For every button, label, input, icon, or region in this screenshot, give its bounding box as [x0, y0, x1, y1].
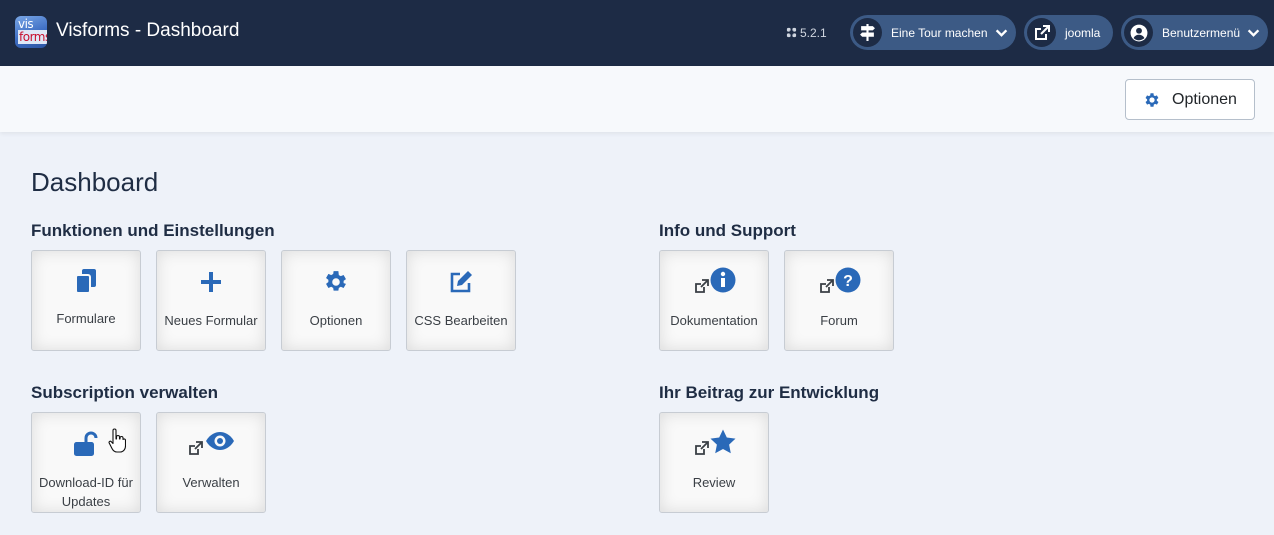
tile-label: Review: [692, 475, 736, 490]
tile-label: Formulare: [56, 311, 116, 326]
tile-optionen[interactable]: Optionen: [281, 250, 391, 351]
section-title-support: Info und Support: [659, 221, 796, 240]
site-link-button[interactable]: joomla: [1024, 15, 1113, 50]
section-title-subscription: Subscription verwalten: [31, 383, 219, 402]
tile-neues-formular[interactable]: Neues Formular: [156, 250, 266, 351]
signpost-icon: [853, 18, 882, 47]
tile-label: Verwalten: [182, 475, 240, 490]
tile-label: Optionen: [309, 313, 363, 328]
tile-css-bearbeiten[interactable]: CSS Bearbeiten: [406, 250, 516, 351]
tile-label: Download-ID für Updates: [39, 475, 133, 509]
question-icon: ?: [785, 265, 893, 299]
visforms-logo: vis forms: [15, 16, 47, 48]
gear-icon: [282, 265, 390, 299]
tour-button-label: Eine Tour machen: [891, 25, 988, 40]
tile-verwalten[interactable]: Verwalten: [156, 412, 266, 513]
tile-dokumentation[interactable]: Dokumentation: [659, 250, 769, 351]
tour-button[interactable]: Eine Tour machen: [850, 15, 1016, 50]
gear-icon: [1145, 92, 1159, 107]
logo-text-bottom: forms: [18, 30, 47, 44]
options-button-label: Optionen: [1172, 90, 1237, 108]
page-title: Dashboard: [31, 167, 159, 197]
version-number: 5.2.1: [800, 26, 827, 40]
tile-label: CSS Bearbeiten: [414, 313, 508, 328]
plus-icon: [157, 265, 265, 299]
app-title: Visforms - Dashboard: [56, 20, 240, 41]
chevron-down-icon: [995, 29, 1007, 37]
tile-review[interactable]: Review: [659, 412, 769, 513]
svg-text:?: ?: [843, 273, 853, 290]
joomla-icon: [786, 27, 797, 38]
chevron-down-icon: [1247, 29, 1260, 37]
star-icon: [660, 427, 768, 461]
toolbar: Optionen: [0, 66, 1274, 132]
tile-label: Neues Formular: [164, 313, 258, 328]
tile-formulare[interactable]: Formulare: [31, 250, 141, 351]
options-button[interactable]: Optionen: [1125, 79, 1255, 120]
eye-icon: [157, 427, 265, 461]
user-menu-label: Benutzermenü: [1162, 25, 1241, 40]
info-icon: [660, 265, 768, 299]
hand-cursor-icon: [108, 428, 126, 453]
section-title-contribution: Ihr Beitrag zur Entwicklung: [659, 383, 880, 402]
external-link-icon: [1027, 18, 1056, 47]
tile-forum[interactable]: ? Forum: [784, 250, 894, 351]
user-menu-button[interactable]: Benutzermenü: [1121, 15, 1268, 50]
site-link-label: joomla: [1065, 25, 1101, 40]
edit-icon: [407, 265, 515, 299]
tile-label: Forum: [820, 313, 858, 328]
logo-text-top: vis: [18, 17, 34, 31]
top-header: vis forms Visforms - Dashboard 5.2.1 Ein…: [0, 0, 1274, 66]
section-title-functions: Funktionen und Einstellungen: [31, 221, 275, 240]
user-icon: [1124, 18, 1153, 47]
joomla-version: 5.2.1: [786, 26, 827, 40]
copy-icon: [32, 265, 140, 299]
tile-label: Dokumentation: [670, 313, 758, 328]
